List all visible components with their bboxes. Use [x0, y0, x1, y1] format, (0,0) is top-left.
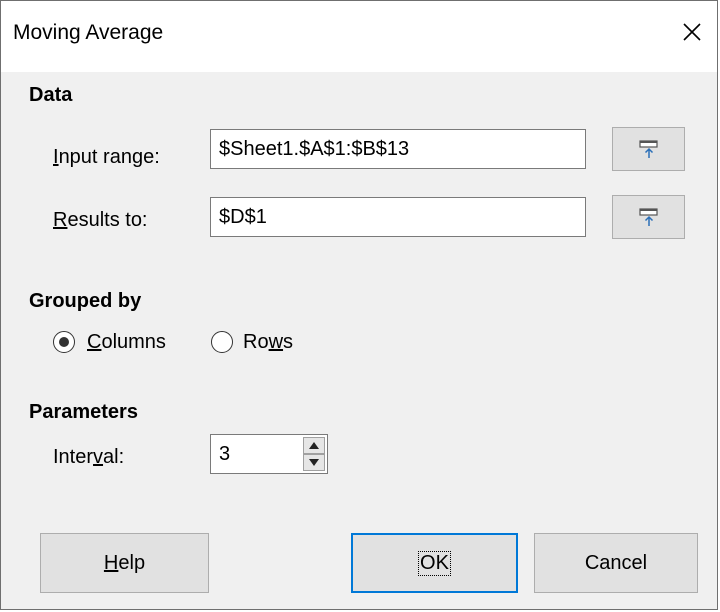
shrink-range-icon [638, 208, 658, 226]
parameters-heading: Parameters [29, 401, 138, 423]
results-to-field[interactable] [210, 197, 586, 237]
interval-spinbox [210, 434, 328, 474]
rows-radio[interactable] [211, 331, 233, 353]
cancel-button[interactable]: Cancel [534, 533, 698, 593]
radio-selected-dot [59, 337, 69, 347]
rows-label[interactable]: Rows [243, 331, 293, 354]
shrink-range-icon [638, 140, 658, 158]
title-bar: Moving Average [1, 1, 717, 72]
window-title: Moving Average [13, 21, 164, 44]
triangle-up-icon [309, 442, 319, 449]
input-range-field[interactable] [210, 129, 586, 169]
help-button[interactable]: Help [40, 533, 209, 593]
grouped-by-heading: Grouped by [29, 290, 142, 312]
interval-label: Interval: [53, 446, 125, 468]
interval-spin-buttons [303, 437, 325, 471]
interval-decrement-button[interactable] [303, 454, 325, 471]
data-heading: Data [29, 84, 73, 106]
triangle-down-icon [309, 459, 319, 466]
columns-label[interactable]: Columns [87, 331, 166, 354]
ok-button-label: OK [418, 550, 451, 576]
input-range-shrink-button[interactable] [612, 127, 685, 171]
columns-radio[interactable] [53, 331, 75, 353]
results-to-label: Results to: [53, 209, 148, 231]
close-icon [683, 23, 701, 41]
input-range-label: Input range: [53, 146, 160, 168]
ok-button[interactable]: OK [351, 533, 518, 593]
interval-input[interactable] [211, 435, 291, 473]
close-button[interactable] [675, 15, 709, 49]
moving-average-dialog: Moving Average Data Input range: Results… [0, 0, 718, 610]
results-to-shrink-button[interactable] [612, 195, 685, 239]
interval-increment-button[interactable] [303, 437, 325, 454]
